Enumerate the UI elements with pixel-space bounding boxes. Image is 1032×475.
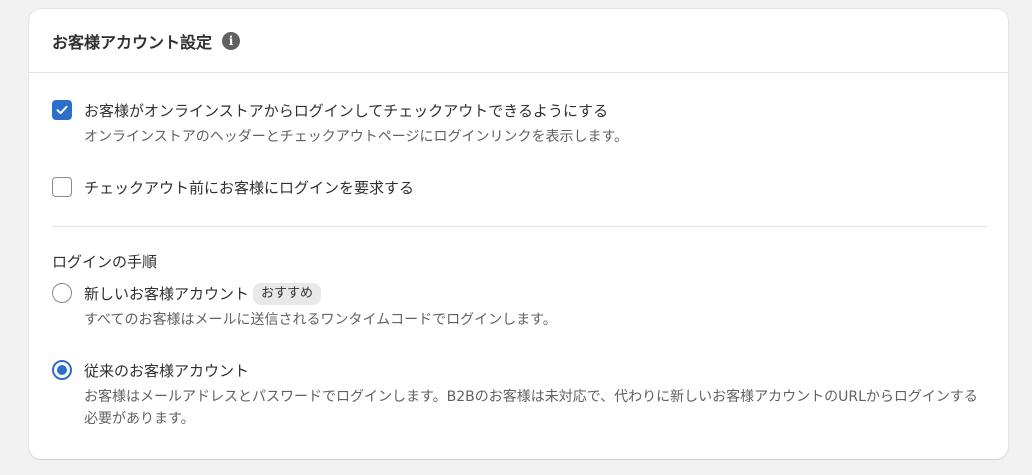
enable-login-option[interactable]: お客様がオンラインストアからログインしてチェックアウトできるようにする オンライ… (52, 100, 628, 148)
enable-login-checkbox[interactable] (52, 100, 72, 120)
classic-accounts-option[interactable]: 従来のお客様アカウント お客様はメールアドレスとパスワードでログインします。B2… (52, 360, 989, 430)
divider (52, 226, 987, 227)
login-method-section-label: ログインの手順 (52, 253, 158, 271)
checkmark-icon (56, 105, 68, 115)
classic-accounts-help: お客様はメールアドレスとパスワードでログインします。B2Bのお客様は未対応で、代… (84, 389, 978, 427)
new-accounts-option[interactable]: 新しいお客様アカウント おすすめ すべてのお客様はメールに送信されるワンタイムコ… (52, 283, 557, 331)
card-title: お客様アカウント設定 (52, 32, 213, 52)
card-header: お客様アカウント設定 i (29, 9, 1008, 73)
require-login-option[interactable]: チェックアウト前にお客様にログインを要求する (52, 177, 414, 199)
customer-accounts-settings-card: お客様アカウント設定 i お客様がオンラインストアからログインしてチェックアウト… (29, 9, 1008, 459)
radio-selected-dot (57, 365, 67, 375)
new-accounts-label-row: 新しいお客様アカウント おすすめ (84, 283, 557, 305)
info-icon[interactable]: i (222, 31, 241, 50)
require-login-checkbox[interactable] (52, 177, 72, 197)
require-login-label: チェックアウト前にお客様にログインを要求する (84, 179, 415, 197)
new-accounts-radio[interactable] (52, 283, 72, 303)
classic-accounts-label: 従来のお客様アカウント (84, 362, 250, 380)
enable-login-label: お客様がオンラインストアからログインしてチェックアウトできるようにする (84, 102, 609, 120)
recommended-badge: おすすめ (253, 283, 322, 305)
new-accounts-help: すべてのお客様はメールに送信されるワンタイムコードでログインします。 (84, 312, 557, 328)
new-accounts-label: 新しいお客様アカウント (84, 285, 250, 303)
classic-accounts-radio[interactable] (52, 360, 72, 380)
enable-login-help: オンラインストアのヘッダーとチェックアウトページにログインリンクを表示します。 (84, 129, 629, 145)
